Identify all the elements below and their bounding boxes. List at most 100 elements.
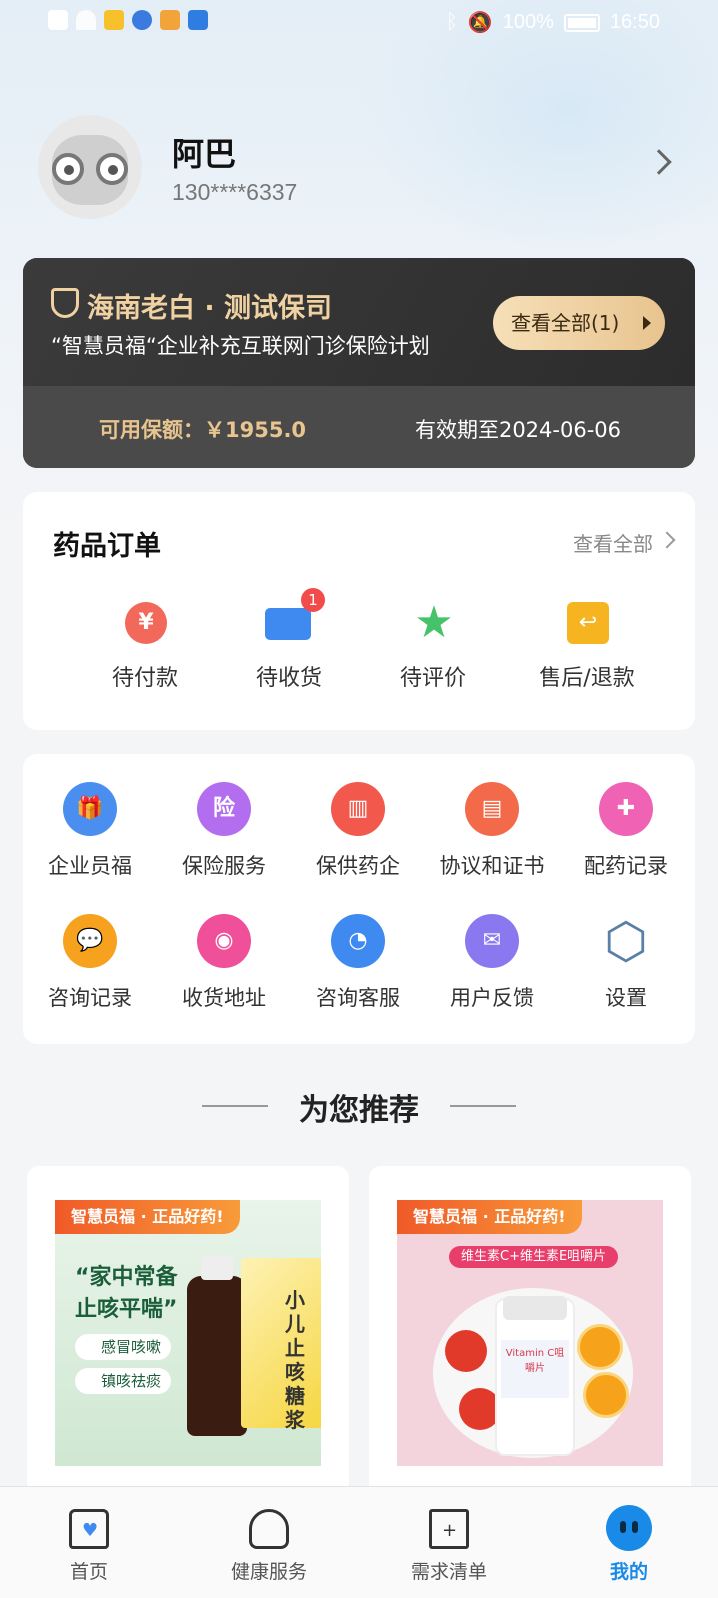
product-image[interactable]: 智慧员福 · 正品好药! “家中常备 止咳平喘” 感冒咳嗽 镇咳祛痰 小儿止咳糖… — [55, 1200, 321, 1466]
app-icon — [104, 10, 124, 30]
orange-image — [583, 1372, 629, 1418]
bottom-tab-bar: ♥ 首页 健康服务 + 需求清单 我的 — [0, 1486, 718, 1598]
tab-home[interactable]: ♥ 首页 — [19, 1487, 159, 1598]
yen-icon: ¥ — [125, 602, 167, 644]
product-slogan: “家中常备 止咳平喘” — [75, 1265, 178, 1322]
syrup-bottle-image — [187, 1256, 247, 1436]
view-all-orders-link[interactable]: 查看全部 — [573, 528, 653, 557]
truck-icon: 1 — [265, 588, 325, 640]
order-count-badge: 1 — [301, 588, 325, 612]
chat-icon: 💬 — [63, 914, 117, 968]
service-item-agreements[interactable]: ▤ 协议和证书 — [425, 782, 559, 892]
available-amount: 可用保额：￥1955.0 — [99, 418, 307, 442]
settings-hex-icon: ⬡ — [604, 912, 648, 970]
browser-icon — [132, 10, 152, 30]
service-item-dispensing-records[interactable]: ✚ 配药记录 — [559, 782, 693, 892]
service-label: 咨询客服 — [316, 986, 400, 1010]
insurance-card[interactable]: 海南老白 · 测试保司 “智慧员福“企业补充互联网门诊保险计划 查看全部(1) … — [23, 258, 695, 468]
mail-icon: ✉ — [465, 914, 519, 968]
return-icon: ↩ — [567, 602, 609, 644]
orders-title: 药品订单 — [53, 531, 161, 562]
service-item-consult-records[interactable]: 💬 咨询记录 — [23, 914, 157, 1024]
insurance-company: 海南老白 · 测试保司 — [87, 293, 333, 324]
service-label: 设置 — [605, 986, 647, 1010]
tab-label: 需求清单 — [410, 1561, 487, 1583]
expiry-date: 有效期至2024-06-06 — [414, 418, 621, 442]
order-pending-delivery[interactable]: 1 待收货 — [219, 588, 359, 702]
order-status-label: 待付款 — [111, 666, 178, 691]
medicine-box-image: 小儿止咳糖浆 — [241, 1258, 321, 1432]
profile-header[interactable]: 阿巴 130****6337 — [38, 115, 678, 220]
user-phone: 130****6337 — [172, 179, 298, 205]
health-person-icon — [249, 1509, 289, 1549]
tab-label: 健康服务 — [230, 1561, 307, 1583]
orange-image — [577, 1324, 623, 1370]
clock: 16:50 — [609, 11, 660, 33]
order-pending-payment[interactable]: ¥ 待付款 — [75, 602, 215, 702]
service-label: 保险服务 — [182, 854, 266, 878]
service-label: 咨询记录 — [48, 986, 132, 1010]
view-all-policies-button[interactable]: 查看全部(1) — [493, 296, 665, 350]
gift-icon: 🎁 — [63, 782, 117, 836]
medicine-icon: ✚ — [599, 782, 653, 836]
product-feature: 感冒咳嗽 — [75, 1334, 172, 1360]
order-status-label: 售后/退款 — [539, 666, 635, 691]
product-subtitle: 维生素C+维生素E咀嚼片 — [449, 1246, 619, 1268]
product-banner: 智慧员福 · 正品好药! — [397, 1200, 582, 1234]
user-name: 阿巴 — [172, 135, 237, 173]
tab-health-services[interactable]: 健康服务 — [199, 1487, 339, 1598]
recommend-header: 为您推荐 — [0, 1085, 718, 1128]
tab-label: 我的 — [609, 1561, 648, 1583]
battery-icon — [563, 13, 600, 32]
product-feature: 镇咳祛痰 — [75, 1368, 172, 1394]
drug-orders-card: 药品订单 查看全部 ¥ 待付款 1 待收货 ★ 待评价 ↩ 售后/退款 — [23, 492, 695, 730]
service-label: 用户反馈 — [450, 986, 534, 1010]
cart-add-icon: + — [429, 1509, 469, 1549]
service-item-customer-service[interactable]: ◔ 咨询客服 — [291, 914, 425, 1024]
product-banner: 智慧员福 · 正品好药! — [55, 1200, 240, 1234]
tab-mine[interactable]: 我的 — [559, 1487, 699, 1598]
product-card[interactable]: 智慧员福 · 正品好药! “家中常备 止咳平喘” 感冒咳嗽 镇咳祛痰 小儿止咳糖… — [27, 1166, 349, 1496]
service-label: 收货地址 — [182, 986, 266, 1010]
headset-icon: ◔ — [331, 914, 385, 968]
cloud-icon — [188, 10, 208, 30]
order-status-label: 待收货 — [255, 666, 322, 691]
avatar[interactable] — [38, 115, 142, 219]
service-item-settings[interactable]: ⬡ 设置 — [559, 914, 693, 1024]
tomato-image — [445, 1330, 487, 1372]
location-icon: ◉ — [197, 914, 251, 968]
mute-icon: 🔕 — [467, 12, 493, 34]
star-icon: ★ — [414, 597, 454, 648]
notification-icons — [48, 10, 208, 30]
service-label: 企业员福 — [48, 854, 132, 878]
vitamin-bottle-image: Vitamin C咀嚼片 — [495, 1296, 575, 1456]
wifi-icon — [76, 10, 96, 30]
certificate-icon: ▤ — [465, 782, 519, 836]
tab-demand-list[interactable]: + 需求清单 — [379, 1487, 519, 1598]
service-label: 协议和证书 — [439, 854, 545, 878]
service-item-pharma-suppliers[interactable]: ▥ 保供药企 — [291, 782, 425, 892]
profile-mascot-icon — [606, 1505, 652, 1551]
building-icon: ▥ — [331, 782, 385, 836]
order-after-sales[interactable]: ↩ 售后/退款 — [517, 602, 657, 702]
bluetooth-icon: ᛒ — [445, 11, 458, 33]
product-image[interactable]: 智慧员福 · 正品好药! 维生素C+维生素E咀嚼片 Vitamin C咀嚼片 — [397, 1200, 663, 1466]
product-card[interactable]: 智慧员福 · 正品好药! 维生素C+维生素E咀嚼片 Vitamin C咀嚼片 — [369, 1166, 691, 1496]
service-item-address[interactable]: ◉ 收货地址 — [157, 914, 291, 1024]
service-label: 配药记录 — [584, 854, 668, 878]
chevron-right-icon[interactable] — [646, 149, 672, 175]
service-item-insurance[interactable]: 险 保险服务 — [157, 782, 291, 892]
tab-label: 首页 — [69, 1561, 108, 1583]
service-item-feedback[interactable]: ✉ 用户反馈 — [425, 914, 559, 1024]
service-item-employee-benefits[interactable]: 🎁 企业员福 — [23, 782, 157, 892]
services-grid: 🎁 企业员福 险 保险服务 ▥ 保供药企 ▤ 协议和证书 ✚ 配药记录 💬 咨询… — [23, 754, 695, 1044]
home-heart-icon: ♥ — [69, 1509, 109, 1549]
insurance-plan: “智慧员福“企业补充互联网门诊保险计划 — [51, 334, 430, 358]
service-label: 保供药企 — [316, 854, 400, 878]
divider — [450, 1105, 516, 1107]
insurance-shield-icon: 险 — [197, 782, 251, 836]
alert-icon — [48, 10, 68, 30]
vitamin-label: Vitamin C咀嚼片 — [501, 1340, 569, 1398]
order-pending-review[interactable]: ★ 待评价 — [363, 597, 503, 702]
battery-percent: 100% — [502, 11, 554, 33]
